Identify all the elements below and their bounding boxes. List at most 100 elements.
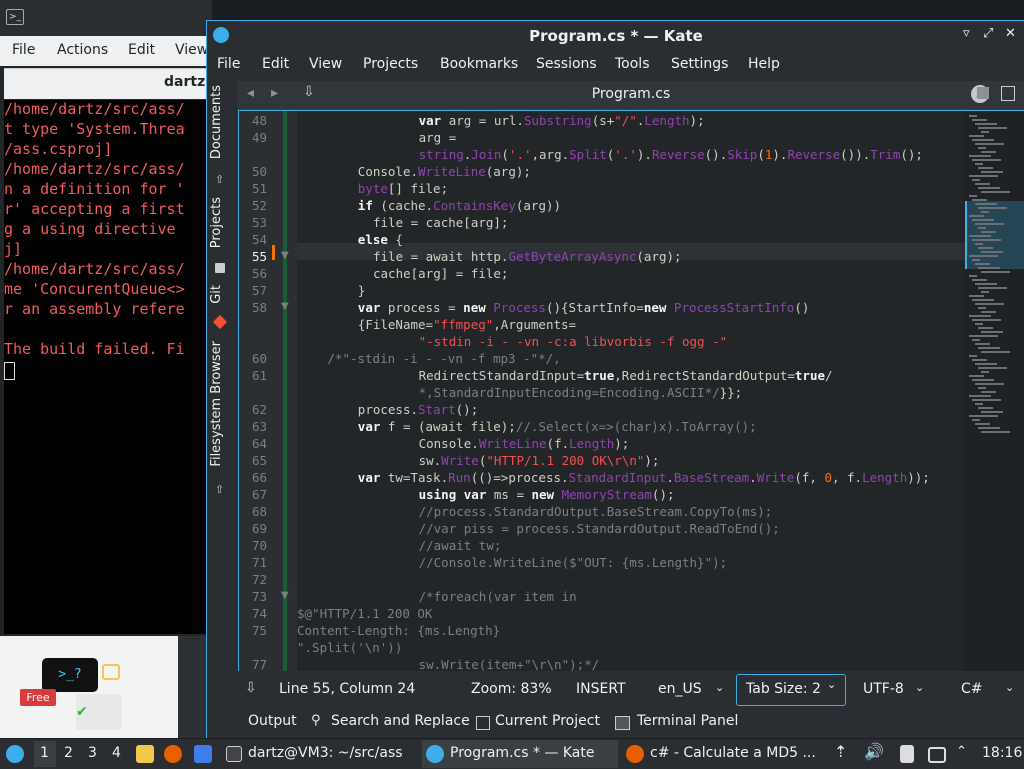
line-number-gutter: 48 49 50 51 52 53 54 55 56 57 58 60 61 62 63 64 65 66 67 68… [239,111,297,671]
syntax-select[interactable]: C# [961,681,983,697]
kate-window[interactable]: Program.cs * — Kate ▿ ⤢ ✕ File Edit View… [206,20,1024,739]
minimize-icon[interactable]: ▿ [963,26,970,41]
toolview-current-project[interactable]: Current Project [495,713,600,729]
task-terminal[interactable]: dartz@VM3: ~/src/ass [222,740,420,768]
menu-tools[interactable]: Tools [615,56,650,72]
minimap-line [978,207,1007,209]
chevron-down-icon[interactable]: ⌄ [915,681,924,694]
tab-size-select[interactable]: Tab Size: 2 ⌄ [736,674,846,706]
sidebar-tab-filesystem-browser[interactable]: Filesystem Browser [209,341,224,467]
search-icon: ⚲ [311,713,321,728]
sidebar-tab-documents[interactable]: Documents [209,85,224,159]
minimap-line [969,295,984,297]
terminal-menu-file[interactable]: File [12,42,35,58]
project-icon [476,716,490,730]
terminal-window[interactable]: >_ File Actions Edit View dartz /home/da… [0,0,212,636]
line-number: 62 [251,402,267,417]
terminal-icon [226,746,242,762]
terminal-tab[interactable]: dartz [4,68,212,99]
left-sidebar: Documents ⇧ Projects Git Filesystem Brow… [207,79,233,679]
task-kate[interactable]: Program.cs * — Kate [422,740,618,768]
tray-expand-icon[interactable]: ⌃ [956,744,974,762]
minimap-line [972,199,987,201]
desktop-1[interactable]: 1 [40,745,49,761]
code-editor[interactable]: 48 49 50 51 52 53 54 55 56 57 58 60 61 62 63 64 65 66 67 68… [238,110,1024,672]
minimap-line [969,155,991,157]
clipboard-icon[interactable] [900,745,914,763]
code-line: $@"HTTP/1.1 200 OK [297,606,433,621]
tab-program-cs[interactable]: Program.cs [237,86,1024,102]
fold-marker-icon[interactable]: ▼ [281,250,289,261]
code-line: var tw=Task.Run(()=>process.StandardInpu… [357,470,930,485]
minimap-line [972,339,980,341]
code-line: {FileName="ffmpeg",Arguments= [357,317,577,332]
line-number: 61 [251,368,267,383]
terminal-menu-edit[interactable]: Edit [128,42,155,58]
dictionary-select[interactable]: en_US [658,681,702,697]
chevron-down-icon[interactable]: ⌄ [1005,681,1014,694]
menu-file[interactable]: File [217,56,240,72]
menu-help[interactable]: Help [748,56,780,72]
menu-sessions[interactable]: Sessions [536,56,597,72]
close-icon[interactable]: ✕ [1005,26,1016,41]
minimap-line [981,351,1010,353]
split-icon[interactable] [977,87,989,99]
menu-bookmarks[interactable]: Bookmarks [440,56,518,72]
terminal-titlebar[interactable]: >_ [0,0,212,36]
volume-icon[interactable]: 🔊 [864,742,884,761]
toolview-terminal-panel[interactable]: Terminal Panel [637,713,738,729]
minimap-line [975,183,990,185]
code-line: file = cache[arg]; [373,215,509,230]
terminal-line: /ass.csproj] [4,140,113,158]
desktop-2[interactable]: 2 [64,745,73,761]
check-icon: ✔ [76,704,88,720]
desktop-3[interactable]: 3 [88,745,97,761]
kate-titlebar[interactable]: Program.cs * — Kate ▿ ⤢ ✕ [207,21,1024,51]
minimap-line [978,227,986,229]
menu-edit[interactable]: Edit [262,56,289,72]
fold-marker-icon[interactable]: ▼ [281,590,289,601]
minimap-line [981,211,989,213]
download-icon[interactable]: ⇩ [245,680,257,696]
menu-projects[interactable]: Projects [363,56,418,72]
line-number: 70 [251,538,267,553]
minimap-line [975,143,1004,145]
fold-marker-icon[interactable]: ▼ [281,301,289,312]
desktop-show-icon[interactable] [194,745,212,763]
terminal-menu-view[interactable]: View [175,42,208,58]
minimap-line [981,191,1010,193]
minimap-line [972,399,1001,401]
encoding-select[interactable]: UTF-8 [863,681,904,697]
app-launcher-icon[interactable] [6,745,24,763]
network-icon[interactable] [928,747,946,763]
toolview-search-replace[interactable]: Search and Replace [331,713,470,729]
toolview-output[interactable]: Output [248,713,297,729]
minimap-line [975,363,997,365]
code-line: file = await http.GetByteArrayAsync(arg)… [373,249,682,264]
input-mode[interactable]: INSERT [576,681,626,697]
upload-icon: ⇧ [215,173,225,186]
menu-view[interactable]: View [309,56,342,72]
minimap-line [978,167,993,169]
menu-settings[interactable]: Settings [671,56,728,72]
cursor-position[interactable]: Line 55, Column 24 [279,681,415,697]
panel-icon[interactable] [1001,86,1015,101]
zoom-level[interactable]: Zoom: 83% [471,681,552,697]
sidebar-tab-projects[interactable]: Projects [209,197,224,248]
minimap[interactable] [965,111,1024,671]
clock[interactable]: 18:16 [982,745,1022,761]
code-line: process.Start(); [357,402,479,417]
sidebar-tab-git[interactable]: Git [209,285,224,304]
firefox-icon[interactable] [164,745,182,763]
terminal-output[interactable]: /home/dartz/src/ass/ t type 'System.Thre… [4,100,212,634]
overflow-icon[interactable]: ⇡ [834,742,852,761]
maximize-icon[interactable]: ⤢ [983,26,993,41]
task-firefox[interactable]: c# - Calculate a MD5 ... [622,740,818,768]
file-manager-icon[interactable] [136,745,154,763]
chevron-down-icon[interactable]: ⌄ [715,681,724,694]
line-number: 72 [251,572,267,587]
terminal-menu-actions[interactable]: Actions [57,42,108,58]
terminal-line: /home/dartz/src/ass/ [4,260,185,278]
desktop-4[interactable]: 4 [112,745,121,761]
tab-size-label: Tab Size: 2 [746,681,821,697]
